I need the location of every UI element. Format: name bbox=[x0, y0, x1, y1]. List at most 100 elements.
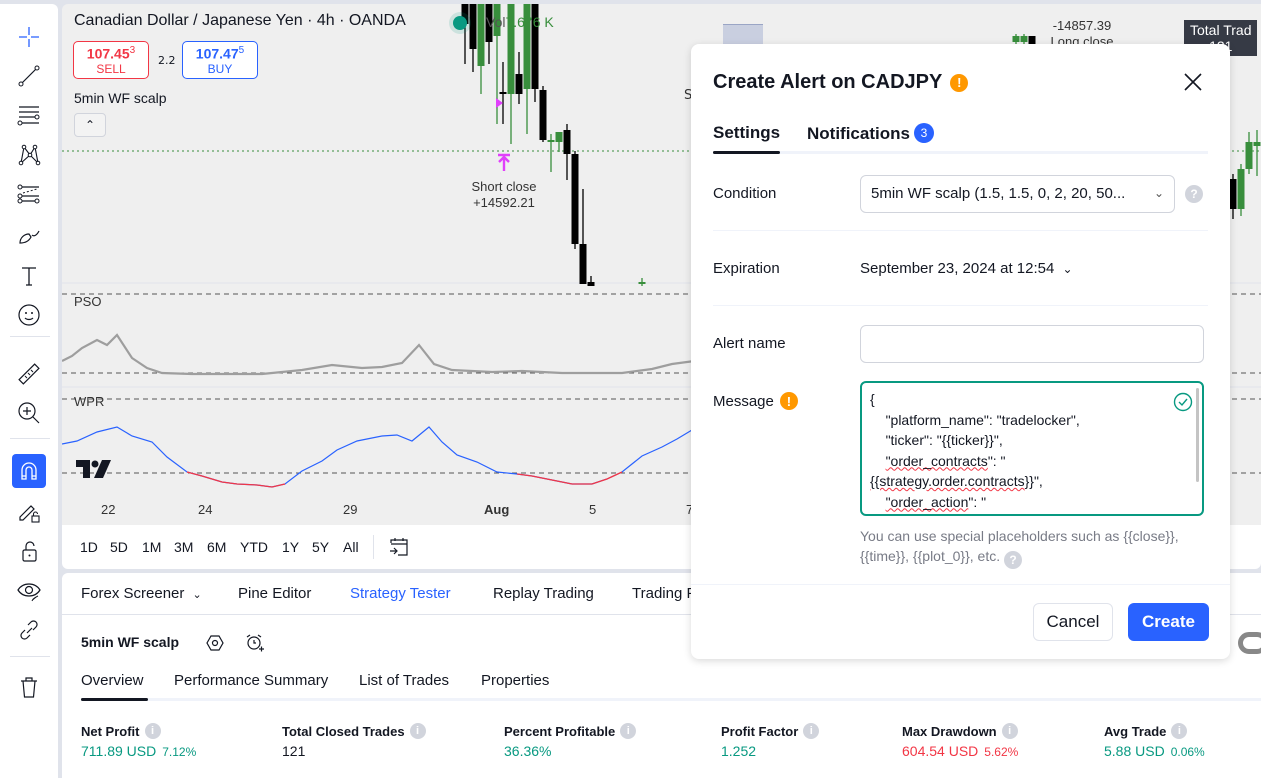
forecasting-tool[interactable] bbox=[12, 178, 46, 212]
info-icon[interactable]: i bbox=[1171, 723, 1188, 739]
info-icon[interactable]: i bbox=[144, 723, 161, 739]
range-1m[interactable]: 1M bbox=[142, 539, 161, 555]
metric-title: Profit Factor bbox=[721, 723, 799, 739]
range-5y[interactable]: 5Y bbox=[312, 539, 329, 555]
go-to-date-button[interactable] bbox=[387, 535, 411, 563]
cancel-button[interactable]: Cancel bbox=[1033, 603, 1113, 641]
subtab-overview[interactable]: Overview bbox=[81, 672, 144, 689]
help-icon[interactable]: ? bbox=[1185, 185, 1203, 203]
expiration-dropdown[interactable]: September 23, 2024 at 12:54 ⌄ bbox=[860, 260, 1073, 277]
metric-title: Net Profit bbox=[81, 723, 140, 739]
sell-button[interactable]: 107.453 SELL bbox=[73, 41, 149, 79]
tab-pine-editor[interactable]: Pine Editor bbox=[238, 585, 311, 602]
market-status-icon[interactable] bbox=[453, 16, 467, 30]
info-icon[interactable]: i bbox=[409, 723, 426, 739]
collapse-legend-button[interactable]: ⌃ bbox=[74, 113, 106, 137]
crosshair-tool[interactable] bbox=[12, 20, 46, 54]
stay-drawing-mode-tool[interactable] bbox=[12, 494, 46, 528]
hide-drawings-tool[interactable] bbox=[12, 574, 46, 608]
toggle-switch[interactable] bbox=[1238, 632, 1261, 654]
volume-prefix: Vol bbox=[486, 14, 506, 30]
help-icon[interactable]: ? bbox=[1004, 551, 1023, 569]
alarm-clock-plus-icon bbox=[246, 634, 264, 652]
emoji-tool[interactable] bbox=[12, 298, 46, 332]
range-1y[interactable]: 1Y bbox=[282, 539, 299, 555]
fib-retracement-tool[interactable] bbox=[12, 98, 46, 132]
expiration-label: Expiration bbox=[713, 260, 780, 277]
trend-line-tool[interactable] bbox=[12, 59, 46, 93]
message-textarea[interactable]: { "platform_name": "tradelocker", "ticke… bbox=[860, 381, 1204, 516]
tab-forex-screener[interactable]: Forex Screener ⌄ bbox=[81, 585, 202, 602]
notifications-count-badge: 3 bbox=[913, 123, 934, 143]
pattern-tool[interactable] bbox=[12, 138, 46, 172]
range-5d[interactable]: 5D bbox=[110, 539, 128, 555]
zoom-in-tool[interactable] bbox=[12, 396, 46, 430]
range-3m[interactable]: 3M bbox=[174, 539, 193, 555]
condition-select[interactable]: 5min WF scalp (1.5, 1.5, 0, 2, 20, 50...… bbox=[860, 175, 1175, 213]
short-close-arrow-icon bbox=[498, 153, 510, 171]
buy-button[interactable]: 107.475 BUY bbox=[182, 41, 258, 79]
row-separator bbox=[713, 230, 1208, 231]
warning-icon[interactable]: ! bbox=[950, 73, 969, 92]
condition-label: Condition bbox=[713, 185, 777, 202]
symbol-title[interactable]: Canadian Dollar / Japanese Yen · 4h · OA… bbox=[74, 12, 406, 30]
wpr-pane-label[interactable]: WPR bbox=[74, 394, 104, 409]
toolbar-separator bbox=[10, 438, 50, 439]
spellcheck-underline: "order_action bbox=[885, 493, 969, 510]
magnet-tool[interactable] bbox=[12, 454, 46, 488]
range-ytd[interactable]: YTD bbox=[240, 539, 268, 555]
ruler-icon bbox=[18, 363, 40, 385]
candle-body bbox=[563, 130, 571, 154]
brush-tool[interactable] bbox=[12, 218, 46, 252]
settings-hexagon-icon bbox=[206, 635, 224, 651]
message-scrollbar[interactable] bbox=[1196, 388, 1199, 482]
candle-body bbox=[1020, 36, 1028, 42]
date-tick: Aug bbox=[484, 502, 510, 517]
long-close-value: -14857.39 bbox=[1052, 18, 1112, 33]
pso-pane-label[interactable]: PSO bbox=[74, 294, 101, 309]
date-tick: 29 bbox=[343, 502, 358, 517]
subtab-properties[interactable]: Properties bbox=[481, 672, 549, 689]
range-1d[interactable]: 1D bbox=[80, 539, 98, 555]
sell-price: 107.45 bbox=[86, 45, 130, 62]
subtab-list-of-trades[interactable]: List of Trades bbox=[359, 672, 449, 689]
range-6m[interactable]: 6M bbox=[207, 539, 226, 555]
subtab-performance-summary[interactable]: Performance Summary bbox=[174, 672, 328, 689]
remove-drawings-tool[interactable] bbox=[12, 670, 46, 704]
tradingview-logo[interactable] bbox=[76, 459, 112, 484]
sell-label: SELL bbox=[96, 61, 126, 76]
link-tool[interactable] bbox=[12, 613, 46, 647]
message-label-text: Message bbox=[713, 392, 774, 410]
measure-tool[interactable] bbox=[12, 357, 46, 391]
create-button[interactable]: Create bbox=[1128, 603, 1209, 641]
warning-icon[interactable]: ! bbox=[779, 392, 798, 410]
tab-strategy-tester[interactable]: Strategy Tester bbox=[350, 585, 451, 602]
alert-name-input[interactable] bbox=[860, 325, 1204, 363]
chevron-down-icon: ⌄ bbox=[1062, 262, 1073, 276]
expiration-value: September 23, 2024 at 12:54 bbox=[860, 260, 1055, 277]
range-all[interactable]: All bbox=[343, 539, 359, 555]
strategy-legend[interactable]: 5min WF scalp bbox=[74, 90, 167, 106]
text-tool[interactable] bbox=[12, 259, 46, 293]
tab-notifications[interactable]: Notifications 3 bbox=[807, 123, 934, 144]
close-dialog-button[interactable] bbox=[1179, 68, 1207, 96]
strategy-settings-button[interactable] bbox=[205, 633, 225, 657]
metric-title: Max Drawdown bbox=[902, 723, 997, 739]
metric-avg-trade: Avg Trade i 5.88 USD 0.06% bbox=[1104, 723, 1205, 759]
metric-title: Avg Trade bbox=[1104, 723, 1167, 739]
info-icon[interactable]: i bbox=[1001, 723, 1018, 739]
message-line: "ticker": "{{ticker}}", bbox=[870, 432, 1003, 448]
lock-drawings-tool[interactable] bbox=[12, 534, 46, 568]
tab-settings[interactable]: Settings bbox=[713, 123, 780, 143]
tab-trading-panel[interactable]: Trading P bbox=[632, 585, 696, 602]
calendar-goto-icon bbox=[390, 538, 408, 556]
candle-body bbox=[555, 132, 563, 142]
metric-title: Percent Profitable bbox=[504, 723, 616, 739]
tab-replay-trading[interactable]: Replay Trading bbox=[493, 585, 594, 602]
eye-icon bbox=[17, 583, 41, 602]
info-icon[interactable]: i bbox=[803, 723, 820, 739]
date-tick: 24 bbox=[198, 502, 213, 517]
create-alert-dialog: Create Alert on CADJPY ! Settings Notifi… bbox=[691, 44, 1230, 659]
add-alert-button[interactable] bbox=[244, 632, 266, 658]
info-icon[interactable]: i bbox=[620, 723, 637, 739]
